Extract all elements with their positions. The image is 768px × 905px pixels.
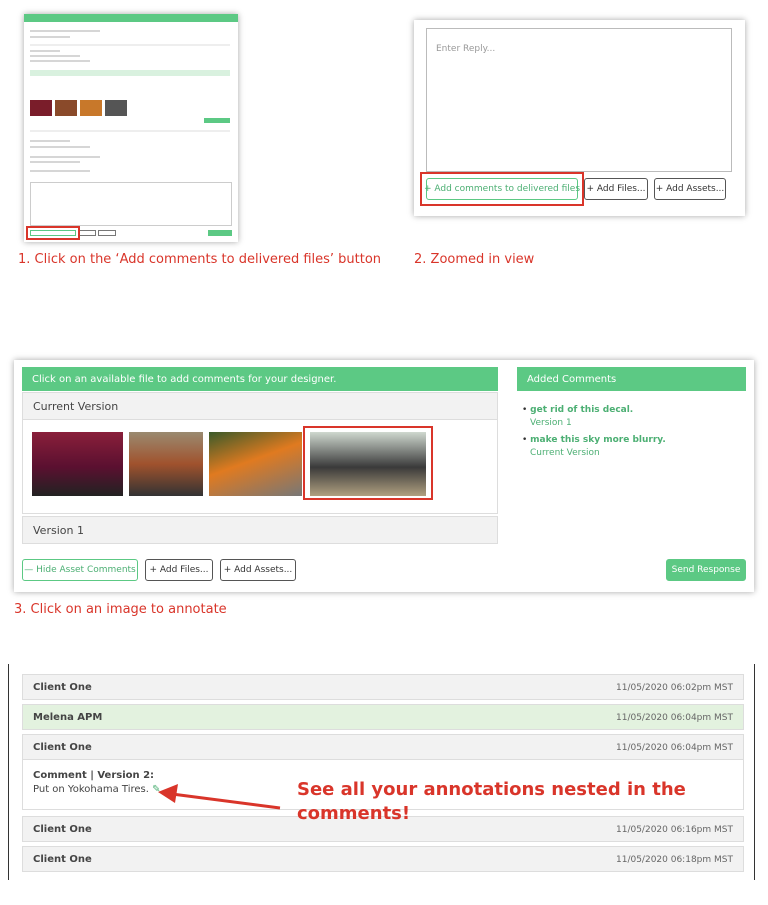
message-row[interactable]: Client One 11/05/2020 06:02pm MST bbox=[22, 674, 744, 700]
zoomed-panel: Enter Reply... + Add comments to deliver… bbox=[414, 20, 745, 216]
version1-header[interactable]: Version 1 bbox=[22, 516, 498, 544]
current-version-header[interactable]: Current Version bbox=[22, 392, 498, 420]
annotation-text: See all your annotations nested in the c… bbox=[297, 779, 686, 824]
send-response-button[interactable]: Send Response bbox=[666, 559, 746, 581]
car-image-2[interactable] bbox=[129, 432, 203, 496]
caption-step1: 1. Click on the ‘Add comments to deliver… bbox=[18, 252, 382, 267]
car-image-3[interactable] bbox=[209, 432, 302, 496]
comment-title: Comment | Version 2: bbox=[33, 770, 155, 781]
mini-header-bar bbox=[24, 14, 238, 22]
car-image-1[interactable] bbox=[32, 432, 123, 496]
arrow-icon bbox=[158, 784, 281, 810]
add-assets-button[interactable]: + Add Assets... bbox=[654, 178, 726, 200]
message-row[interactable]: Client One 11/05/2020 06:18pm MST bbox=[22, 846, 744, 872]
instructions-header: Click on an available file to add commen… bbox=[22, 367, 498, 391]
comment-version: Version 1 bbox=[530, 418, 572, 428]
mini-screenshot bbox=[24, 14, 238, 242]
add-assets-button[interactable]: + Add Assets... bbox=[220, 559, 296, 581]
comment-item[interactable]: • get rid of this decal. bbox=[522, 405, 633, 415]
comment-item[interactable]: • make this sky more blurry. bbox=[522, 435, 666, 445]
annotate-panel: Click on an available file to add commen… bbox=[14, 360, 754, 592]
highlight-box bbox=[420, 172, 584, 206]
message-row[interactable]: Client One 11/05/2020 06:04pm MST bbox=[22, 734, 744, 760]
caption-step2: 2. Zoomed in view bbox=[414, 252, 535, 267]
add-files-button[interactable]: + Add Files... bbox=[145, 559, 213, 581]
highlight-box bbox=[303, 426, 433, 500]
add-files-button[interactable]: + Add Files... bbox=[584, 178, 648, 200]
message-row[interactable]: Melena APM 11/05/2020 06:04pm MST bbox=[22, 704, 744, 730]
reply-placeholder: Enter Reply... bbox=[436, 44, 496, 54]
reply-textarea[interactable]: Enter Reply... bbox=[426, 28, 732, 172]
hide-comments-button[interactable]: — Hide Asset Comments bbox=[22, 559, 138, 581]
comment-text: Put on Yokohama Tires. ✎ bbox=[33, 784, 161, 795]
comment-version: Current Version bbox=[530, 448, 600, 458]
highlight-box bbox=[26, 226, 80, 240]
divider bbox=[8, 664, 9, 880]
caption-step3: 3. Click on an image to annotate bbox=[14, 602, 227, 617]
divider bbox=[754, 664, 755, 880]
added-comments-header: Added Comments bbox=[517, 367, 746, 391]
